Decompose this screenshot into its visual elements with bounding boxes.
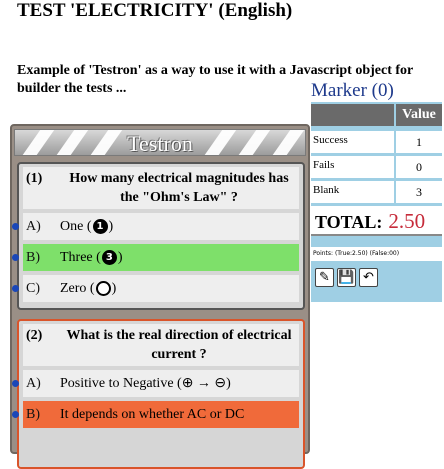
marker-row-success: Success 1: [311, 130, 442, 154]
undo-icon[interactable]: ↶: [359, 268, 378, 287]
answer-text: Three (: [60, 249, 101, 265]
marker-label: Blank: [311, 181, 394, 203]
page-title: TEST 'ELECTRICITY' (English): [17, 0, 293, 21]
answer-bullet: [12, 411, 19, 418]
save-icon[interactable]: 💾: [337, 268, 356, 287]
answer-close: ): [111, 280, 117, 296]
question-number: (1): [26, 171, 43, 186]
answer-1a[interactable]: A) One (1): [12, 213, 299, 240]
total-value: 2.50: [388, 209, 426, 233]
marker-value: 3: [396, 181, 442, 203]
answer-2b[interactable]: B) It depends on whether AC or DC: [12, 401, 299, 428]
edit-icon[interactable]: ✎: [315, 268, 334, 287]
question-text: What is the real direction of electrical…: [66, 328, 292, 362]
answer-letter: B): [26, 249, 40, 265]
testron-title: Testron: [127, 131, 193, 156]
question-text: How many electrical magnitudes has the "…: [69, 171, 289, 205]
empty-circle-icon: [95, 281, 111, 296]
marker-title: Marker (0): [311, 80, 394, 101]
marker-value: 0: [396, 156, 442, 178]
question-number: (2): [26, 328, 43, 343]
answer-1c[interactable]: C) Zero (): [12, 275, 299, 302]
marker-toolbar: ✎ 💾 ↶: [315, 268, 378, 287]
total-score: TOTAL: 2.50: [311, 206, 442, 236]
answer-text: It depends on whether AC or DC: [60, 406, 245, 422]
question-2: (2) What is the real direction of electr…: [12, 319, 305, 469]
answer-letter: C): [26, 280, 40, 296]
testron-panel: Testron (1) How many electrical magnitud…: [10, 124, 310, 469]
question-2-header: (2) What is the real direction of electr…: [23, 324, 299, 366]
marker-panel: Value Success 1 Fails 0 Blank 3 TOTAL: 2.…: [311, 102, 442, 302]
marker-header-blank: [311, 104, 394, 126]
answer-circle-icon: 1: [92, 219, 108, 234]
marker-label: Success: [311, 131, 394, 153]
testron-header: Testron: [14, 129, 306, 156]
answer-bullet: [12, 380, 19, 387]
question-1: (1) How many electrical magnitudes has t…: [12, 162, 305, 310]
answer-1b[interactable]: B) Three (3): [12, 244, 299, 271]
total-label: TOTAL:: [315, 212, 383, 232]
answer-2a[interactable]: A) Positive to Negative (⊕ → ⊖): [12, 370, 299, 397]
marker-header: Value: [311, 102, 442, 128]
answer-close: ): [117, 249, 123, 265]
question-1-header: (1) How many electrical magnitudes has t…: [23, 167, 299, 209]
marker-row-blank: Blank 3: [311, 180, 442, 204]
points-info: Points: (True:2.50) (False:00): [311, 247, 442, 261]
answer-letter: B): [26, 406, 40, 422]
answer-letter: A): [26, 375, 41, 391]
value-header: Value: [396, 104, 442, 126]
answer-text: Positive to Negative (⊕ → ⊖): [60, 376, 231, 391]
answer-bullet: [12, 285, 19, 292]
marker-value: 1: [396, 131, 442, 153]
answer-text: One (: [60, 218, 92, 234]
marker-label: Fails: [311, 156, 394, 178]
answer-text: Zero (: [60, 280, 95, 296]
answer-bullet: [12, 223, 19, 230]
answer-circle-icon: 3: [101, 250, 117, 265]
answer-bullet: [12, 254, 19, 261]
answer-letter: A): [26, 218, 41, 234]
answer-close: ): [108, 218, 114, 234]
marker-row-fails: Fails 0: [311, 155, 442, 179]
